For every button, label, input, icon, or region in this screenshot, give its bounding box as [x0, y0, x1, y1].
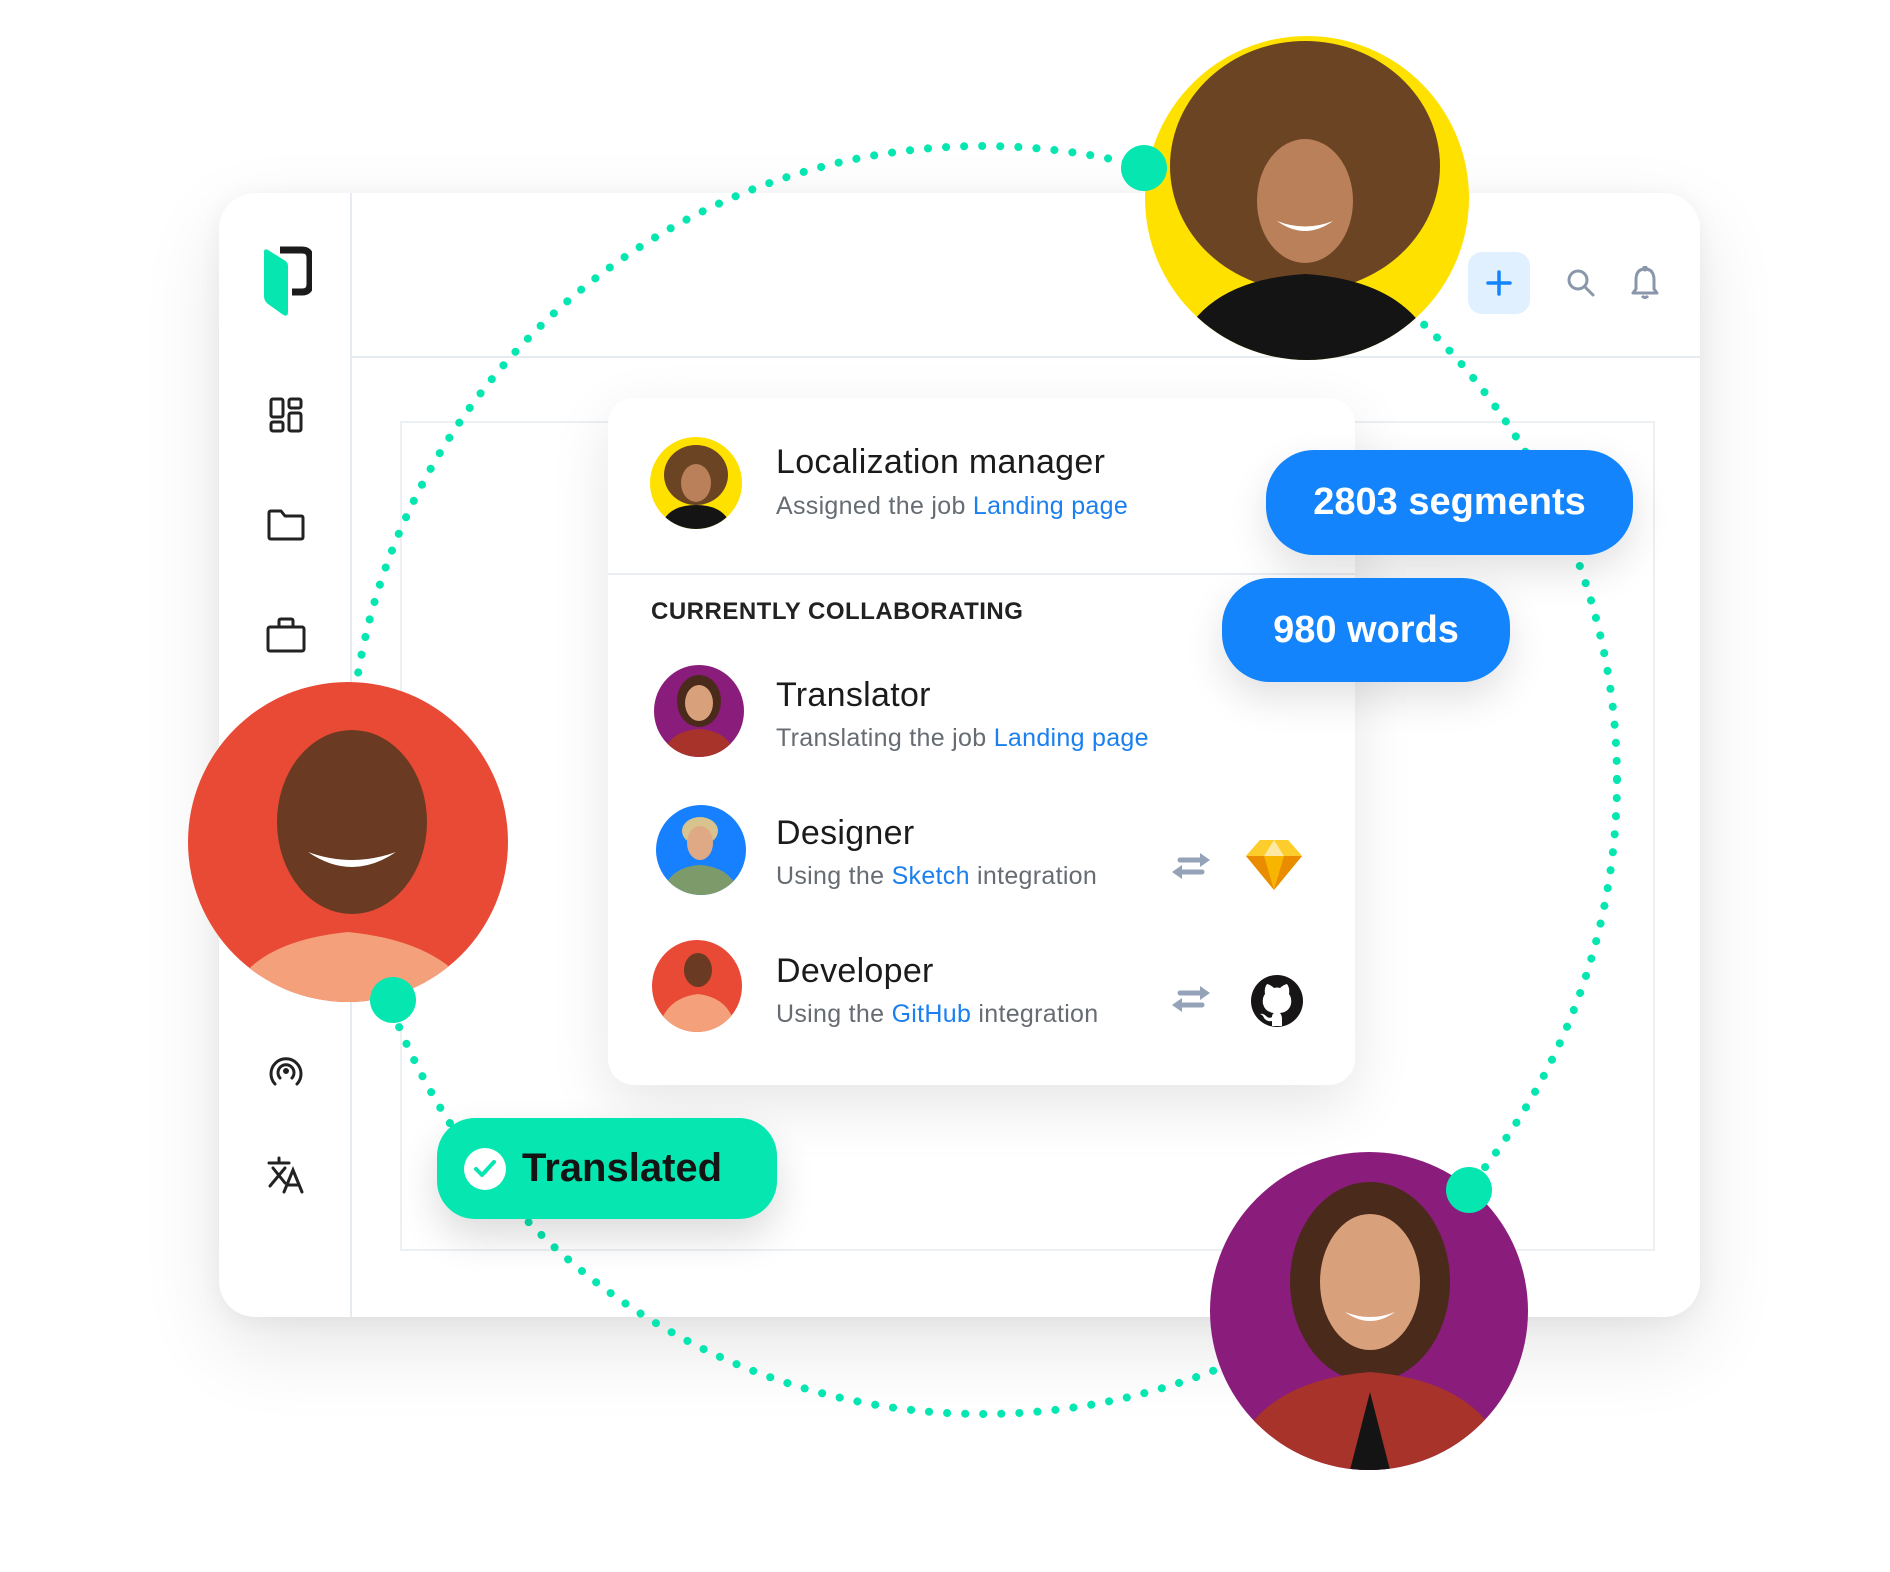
search-button[interactable]	[1560, 262, 1602, 304]
collaborator-role: Translator	[776, 676, 931, 714]
collaborator-role: Designer	[776, 814, 915, 852]
segments-badge: 2803 segments	[1266, 450, 1633, 555]
collaborator-action: Translating the job Landing page	[776, 724, 1149, 752]
status-label: Translated	[522, 1146, 723, 1190]
avatar-developer	[652, 940, 742, 1032]
sidebar-item-projects[interactable]	[266, 505, 306, 545]
search-icon	[1567, 269, 1595, 297]
translate-icon	[267, 1156, 304, 1194]
briefcase-icon	[266, 617, 306, 653]
portrait-developer	[188, 682, 508, 1002]
sync-arrows-icon	[1172, 986, 1210, 1012]
sync-arrows-icon	[1172, 853, 1210, 879]
phrase-logo[interactable]	[262, 246, 314, 318]
avatar-translator	[654, 665, 744, 757]
broadcast-icon	[269, 1057, 303, 1086]
sidebar-item-translate[interactable]	[266, 1155, 306, 1195]
add-button[interactable]	[1468, 252, 1530, 314]
github-link[interactable]: GitHub	[892, 1000, 972, 1028]
job-link[interactable]: Landing page	[994, 724, 1149, 752]
connector-dot	[1121, 145, 1167, 191]
dashboard-icon	[269, 397, 303, 433]
avatar-localization-manager	[650, 437, 742, 529]
translated-status-badge: Translated	[437, 1118, 777, 1219]
connector-dot	[1446, 1167, 1492, 1213]
plus-icon	[1486, 270, 1512, 296]
owner-role: Localization manager	[776, 443, 1106, 481]
section-label: CURRENTLY COLLABORATING	[651, 598, 1024, 625]
notifications-button[interactable]	[1624, 262, 1666, 304]
sketch-link[interactable]: Sketch	[892, 862, 970, 890]
collaborator-action: Using the Sketch integration	[776, 862, 1098, 890]
words-badge: 980 words	[1222, 578, 1510, 682]
sidebar-item-jobs[interactable]	[266, 615, 306, 655]
job-link[interactable]: Landing page	[973, 492, 1128, 520]
folder-icon	[267, 509, 305, 541]
popup-divider	[608, 573, 1355, 575]
sketch-icon[interactable]	[1246, 838, 1302, 890]
avatar-designer	[656, 805, 746, 895]
sidebar-item-broadcast[interactable]	[266, 1050, 306, 1090]
bell-icon	[1631, 266, 1659, 299]
portrait-localization-manager	[1145, 36, 1469, 360]
collaborator-role: Developer	[776, 952, 934, 990]
sidebar-item-dashboard[interactable]	[266, 395, 306, 435]
connector-dot	[370, 977, 416, 1023]
collaborator-action: Using the GitHub integration	[776, 1000, 1099, 1028]
check-circle-icon	[464, 1147, 506, 1190]
header-divider	[351, 356, 1700, 358]
github-icon[interactable]	[1250, 974, 1304, 1028]
owner-action: Assigned the job Landing page	[776, 492, 1129, 520]
